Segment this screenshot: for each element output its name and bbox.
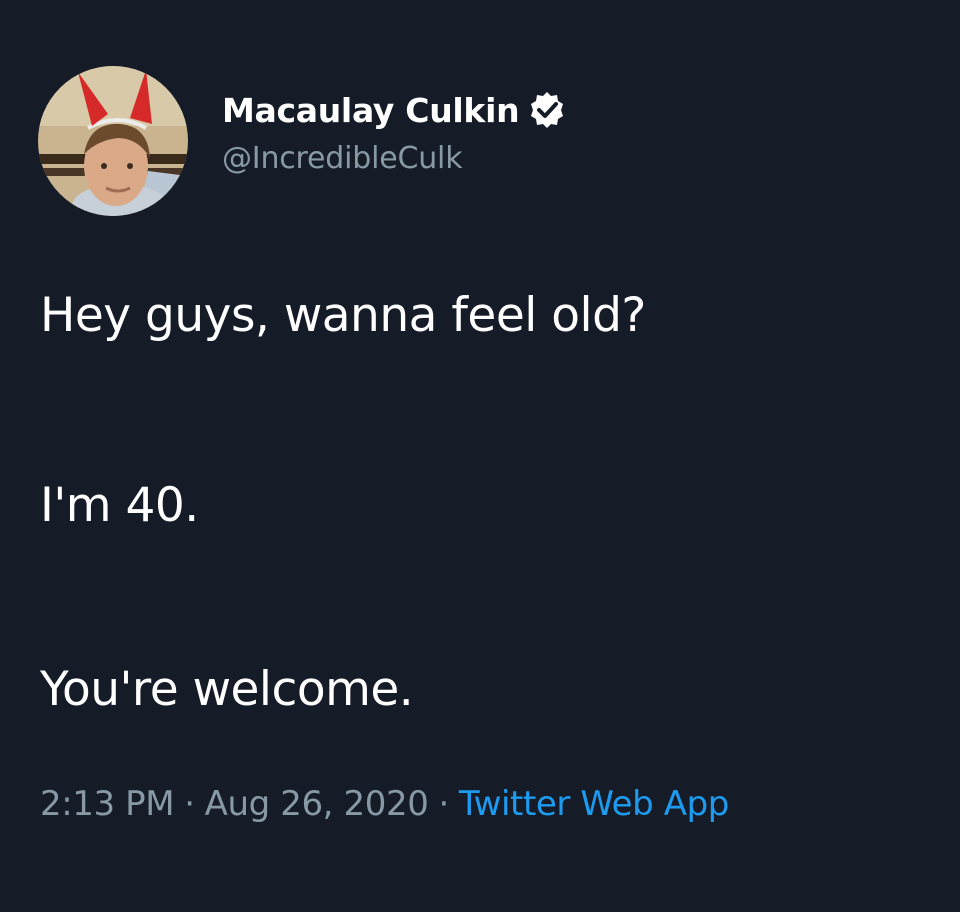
source-link[interactable]: Twitter Web App (459, 784, 730, 824)
verified-badge-icon (527, 90, 567, 130)
avatar-image (38, 66, 188, 216)
tweet-text-line: Hey guys, wanna feel old? (40, 288, 646, 343)
user-handle[interactable]: @IncredibleCulk (222, 141, 567, 176)
tweet-date[interactable]: Aug 26, 2020 (205, 784, 429, 824)
tweet-time[interactable]: 2:13 PM (40, 784, 175, 824)
tweet-metadata: 2:13 PM · Aug 26, 2020 · Twitter Web App (40, 784, 729, 824)
separator-dot: · (438, 784, 449, 824)
separator-dot: · (184, 784, 195, 824)
author-block: Macaulay Culkin @IncredibleCulk (222, 85, 567, 176)
avatar[interactable] (38, 66, 188, 216)
name-row: Macaulay Culkin (222, 85, 567, 135)
tweet-text-line: You're welcome. (40, 662, 414, 717)
display-name[interactable]: Macaulay Culkin (222, 91, 520, 130)
tweet-text-line: I'm 40. (40, 478, 199, 533)
